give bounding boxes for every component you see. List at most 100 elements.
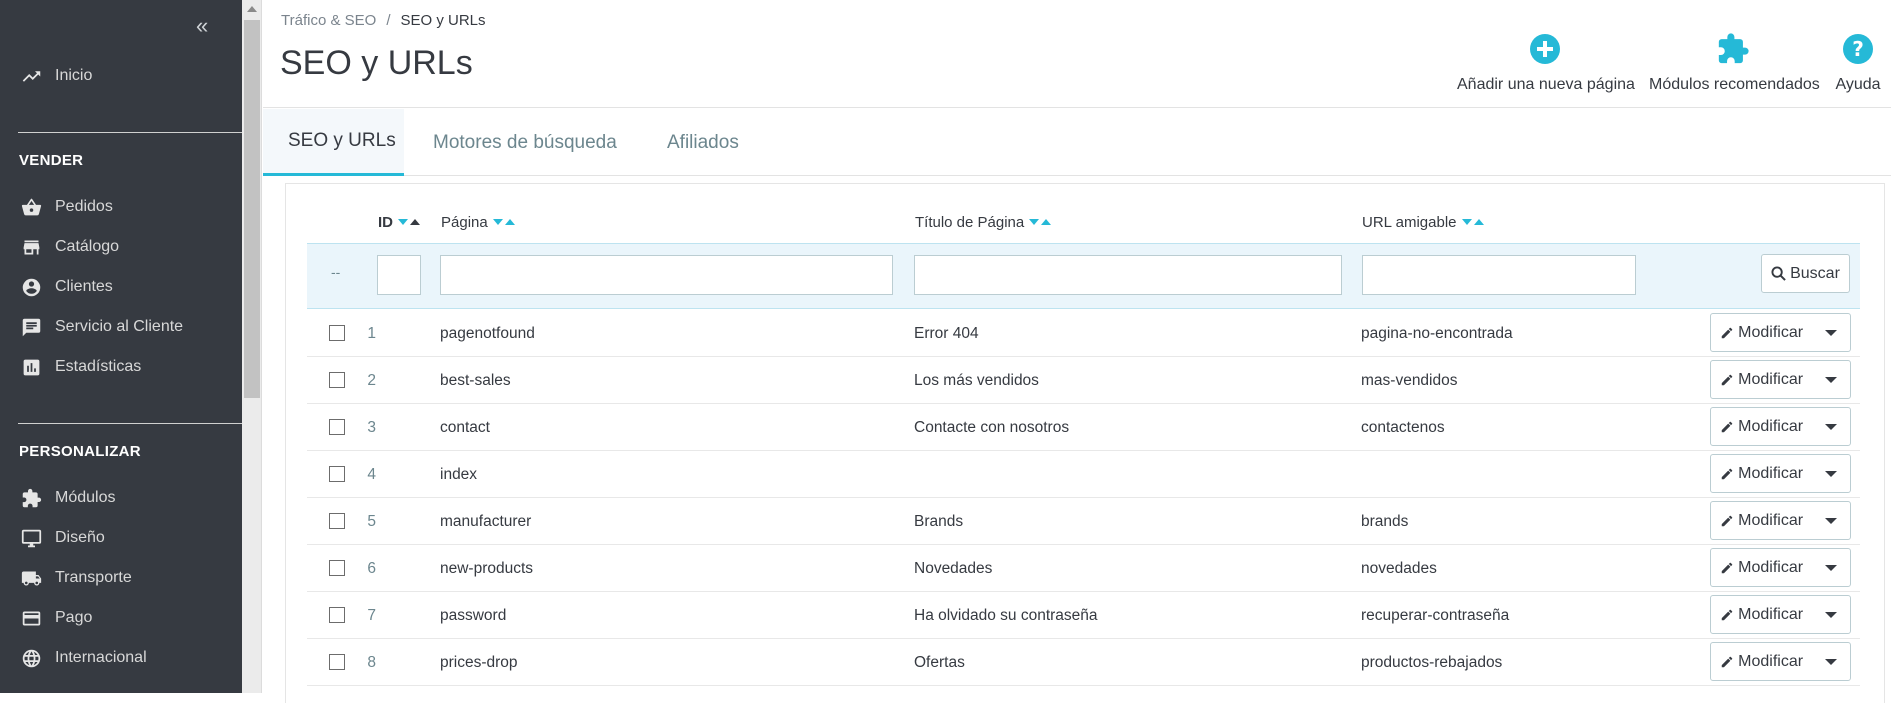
column-header-titulo: Título de Página: [915, 204, 1052, 240]
sidebar-item-clientes[interactable]: Clientes: [0, 269, 242, 305]
tab-afiliados[interactable]: Afiliados: [667, 109, 739, 176]
sort-asc-icon[interactable]: [1041, 219, 1052, 225]
table-row: 7 password Ha olvidado su contraseña recupe…: [307, 592, 1860, 639]
sidebar-item-estadisticas[interactable]: Estadísticas: [0, 349, 242, 385]
account-circle-icon: [19, 275, 43, 299]
cell-page: new-products: [440, 559, 534, 577]
add-new-page-button[interactable]: Añadir una nueva página: [1457, 30, 1635, 94]
table-row: 1 pagenotfound Error 404 pagina-no-encontra…: [307, 310, 1860, 357]
cell-id: 6: [367, 559, 376, 577]
sidebar-item-label: Diseño: [55, 529, 105, 546]
scrollbar-thumb[interactable]: [244, 20, 260, 398]
trending-up-icon: [19, 64, 43, 88]
sidebar-item-label: Inicio: [55, 67, 93, 84]
breadcrumb-link-trafico-seo[interactable]: Tráfico & SEO: [281, 12, 376, 29]
collapse-sidebar-button[interactable]: «: [196, 12, 220, 40]
sidebar-item-catalogo[interactable]: Catálogo: [0, 229, 242, 265]
filter-url-input[interactable]: [1362, 255, 1636, 295]
sidebar-scrollbar[interactable]: [242, 0, 262, 693]
tab-bar: SEO y URLs Motores de búsqueda Afiliados: [263, 109, 1891, 176]
row-actions-dropdown-toggle[interactable]: [1812, 408, 1850, 445]
sidebar-item-transporte[interactable]: Transporte: [0, 560, 242, 596]
row-actions: Modificar: [1710, 595, 1851, 634]
sidebar-item-pedidos[interactable]: Pedidos: [0, 189, 242, 225]
sort-desc-icon[interactable]: [492, 219, 503, 225]
table-row: 4 index Modificar: [307, 451, 1860, 498]
edit-button[interactable]: Modificar: [1711, 314, 1812, 351]
filter-pagina-input[interactable]: [440, 255, 893, 295]
scroll-up-arrow[interactable]: [247, 6, 257, 12]
cell-page: prices-drop: [440, 653, 518, 671]
edit-button[interactable]: Modificar: [1711, 549, 1812, 586]
tab-motores-busqueda[interactable]: Motores de búsqueda: [433, 109, 617, 176]
row-actions: Modificar: [1710, 454, 1851, 493]
row-actions-dropdown-toggle[interactable]: [1812, 314, 1850, 351]
filter-titulo-input[interactable]: [914, 255, 1342, 295]
store-icon: [19, 235, 43, 259]
row-actions: Modificar: [1710, 501, 1851, 540]
sidebar-item-modulos[interactable]: Módulos: [0, 480, 242, 516]
search-icon: [1771, 266, 1786, 281]
edit-button-label: Modificar: [1738, 511, 1804, 529]
edit-button[interactable]: Modificar: [1711, 502, 1812, 539]
row-actions-dropdown-toggle[interactable]: [1812, 455, 1850, 492]
puzzle-icon: [1718, 33, 1749, 64]
row-actions-dropdown-toggle[interactable]: [1812, 643, 1850, 680]
edit-button[interactable]: Modificar: [1711, 643, 1812, 680]
column-header-label: URL amigable: [1362, 213, 1457, 231]
page-header: Tráfico & SEO / SEO y URLs SEO y URLs Añad…: [263, 0, 1891, 108]
row-actions-dropdown-toggle[interactable]: [1812, 502, 1850, 539]
edit-button[interactable]: Modificar: [1711, 408, 1812, 445]
tab-seo-urls[interactable]: SEO y URLs: [263, 109, 404, 176]
sidebar-item-label: Módulos: [55, 489, 116, 506]
sort-desc-icon[interactable]: [398, 219, 408, 225]
sidebar-section-vender: VENDER: [19, 152, 84, 169]
recommended-modules-button[interactable]: Módulos recomendados: [1649, 30, 1820, 94]
sidebar-item-diseno[interactable]: Diseño: [0, 520, 242, 556]
sidebar-item-internacional[interactable]: Internacional: [0, 640, 242, 676]
search-button[interactable]: Buscar: [1761, 254, 1850, 293]
edit-button-label: Modificar: [1738, 464, 1804, 482]
cell-id: 8: [367, 653, 376, 671]
sort-asc-icon[interactable]: [504, 219, 515, 225]
row-actions-dropdown-toggle[interactable]: [1812, 596, 1850, 633]
sort-controls: [398, 219, 420, 225]
row-actions: Modificar: [1710, 360, 1851, 399]
credit-card-icon: [19, 606, 43, 630]
row-actions-dropdown-toggle[interactable]: [1812, 361, 1850, 398]
sidebar-item-pago[interactable]: Pago: [0, 600, 242, 636]
sort-controls: [1461, 219, 1484, 225]
help-button[interactable]: ? Ayuda: [1833, 30, 1883, 94]
help-circle-icon: ?: [1843, 34, 1873, 64]
sidebar-divider: [18, 423, 242, 424]
sort-desc-icon[interactable]: [1029, 219, 1040, 225]
chevron-down-icon: [1825, 517, 1838, 524]
sort-asc-icon[interactable]: [410, 219, 420, 225]
sidebar-item-label: Estadísticas: [55, 358, 142, 375]
sidebar-item-label: Pago: [55, 609, 93, 626]
pencil-icon: [1721, 609, 1733, 620]
toolbar-label: Añadir una nueva página: [1457, 76, 1635, 93]
cell-url: novedades: [1361, 559, 1437, 577]
chevron-down-icon: [1825, 470, 1838, 477]
toolbar-label: Módulos recomendados: [1649, 76, 1820, 93]
row-actions-dropdown-toggle[interactable]: [1812, 549, 1850, 586]
table-row: 3 contact Contacte con nosotros contactenos…: [307, 404, 1860, 451]
table-row: 5 manufacturer Brands brands Modificar: [307, 498, 1860, 545]
sort-asc-icon[interactable]: [1473, 219, 1484, 225]
filter-id-input[interactable]: [377, 255, 421, 295]
cell-id: 1: [367, 324, 376, 342]
sort-desc-icon[interactable]: [1461, 219, 1472, 225]
sidebar-item-servicio-al-cliente[interactable]: Servicio al Cliente: [0, 309, 242, 345]
cell-url: productos-rebajados: [1361, 653, 1503, 671]
chevron-down-icon: [1825, 376, 1838, 383]
edit-button[interactable]: Modificar: [1711, 361, 1812, 398]
breadcrumb-separator: /: [386, 12, 391, 29]
edit-button[interactable]: Modificar: [1711, 596, 1812, 633]
sidebar-item-inicio[interactable]: Inicio: [0, 58, 242, 94]
edit-button[interactable]: Modificar: [1711, 455, 1812, 492]
chevron-down-icon: [1825, 658, 1838, 665]
edit-button-label: Modificar: [1738, 605, 1804, 623]
sidebar-item-label: Servicio al Cliente: [55, 318, 184, 335]
sort-controls: [492, 219, 515, 225]
